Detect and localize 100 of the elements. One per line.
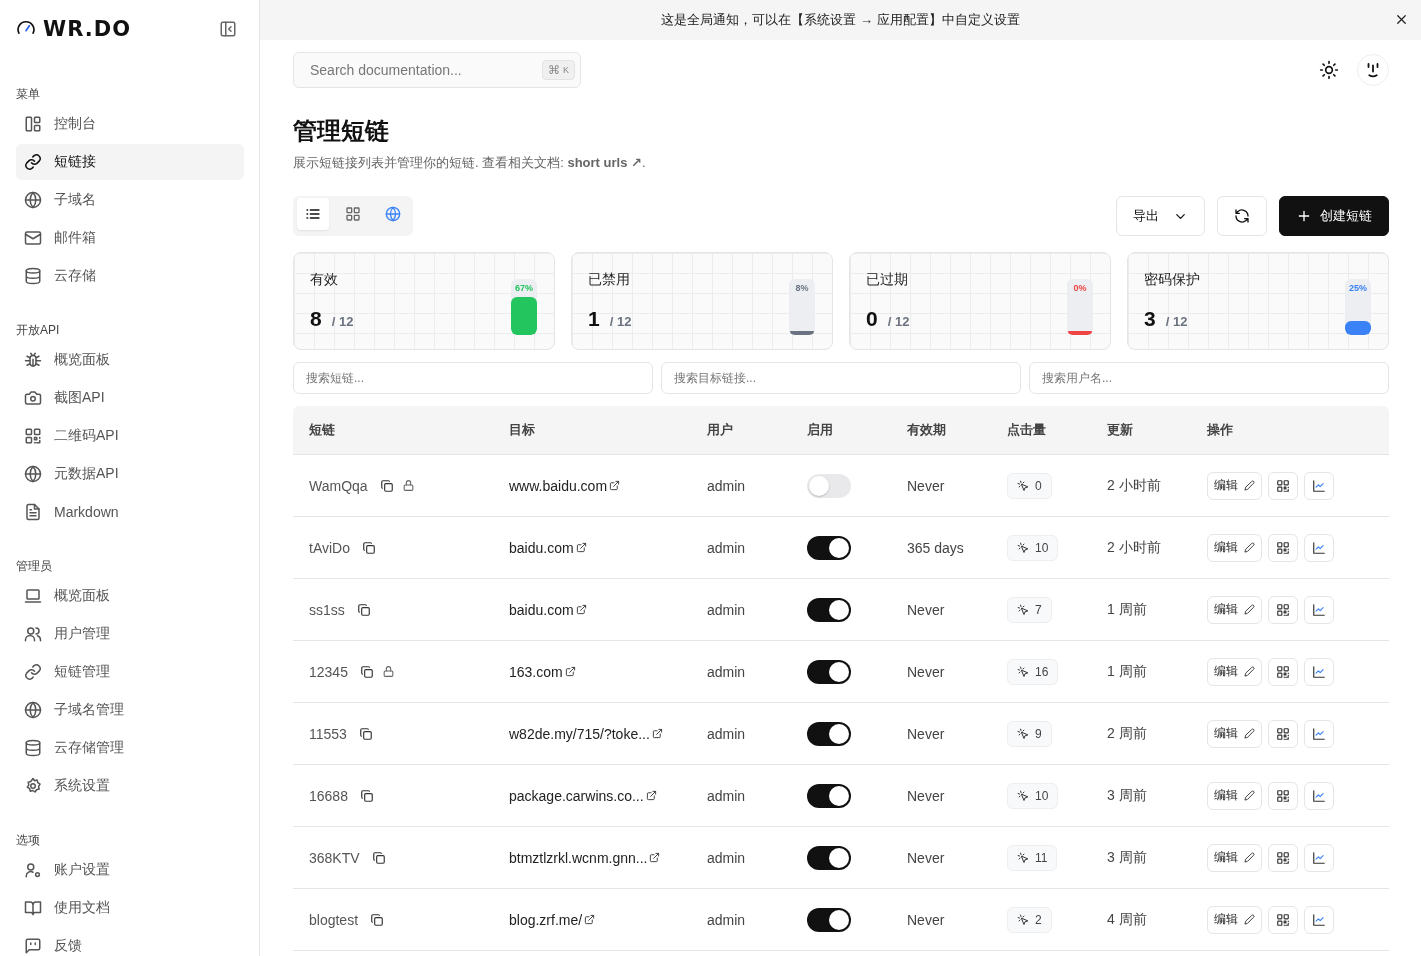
- user-name: admin: [707, 477, 746, 494]
- sidebar-item[interactable]: 元数据API: [16, 456, 244, 492]
- short-link[interactable]: blogtest: [309, 911, 359, 928]
- short-link[interactable]: 16688: [309, 787, 348, 804]
- pencil-icon: [1244, 666, 1255, 677]
- enable-switch[interactable]: [807, 535, 851, 560]
- target-link[interactable]: baidu.com: [509, 539, 574, 556]
- stat-percent: 0%: [1072, 283, 1088, 293]
- target-link[interactable]: package.carwins.co...: [509, 787, 644, 804]
- target-link[interactable]: btmztlzrkl.wcnm.gnn...: [509, 849, 648, 866]
- section-title: 管理员: [16, 558, 52, 575]
- stats-button[interactable]: [1304, 843, 1334, 872]
- edit-button[interactable]: 编辑: [1207, 471, 1262, 500]
- qr-code-icon: [1276, 602, 1290, 617]
- qr-code-icon: [1276, 912, 1290, 927]
- sidebar-item[interactable]: 二维码API: [16, 418, 244, 454]
- list-view-tab[interactable]: [297, 198, 329, 230]
- edit-button[interactable]: 编辑: [1207, 719, 1262, 748]
- search-field[interactable]: Search documentation... ⌘ K: [293, 52, 581, 88]
- sidebar-item[interactable]: 反馈: [16, 928, 244, 956]
- edit-button[interactable]: 编辑: [1207, 905, 1262, 934]
- enable-switch[interactable]: [807, 907, 851, 932]
- plus-icon: [1296, 208, 1312, 224]
- sidebar-item[interactable]: 子域名: [16, 182, 244, 218]
- target-link[interactable]: www.baidu.com: [509, 477, 608, 494]
- pencil-icon: [1244, 542, 1255, 553]
- qr-code-button[interactable]: [1268, 843, 1298, 872]
- sidebar-item[interactable]: 账户设置: [16, 852, 244, 888]
- sidebar-item[interactable]: 系统设置: [16, 768, 244, 804]
- enable-switch[interactable]: [807, 721, 851, 746]
- sidebar-item[interactable]: 控制台: [16, 106, 244, 142]
- target-link[interactable]: baidu.com: [509, 601, 574, 618]
- click-icon: [1017, 727, 1029, 740]
- sidebar-item[interactable]: 邮件箱: [16, 220, 244, 256]
- sidebar-item[interactable]: 概览面板: [16, 342, 244, 378]
- short-link[interactable]: ss1ss: [309, 601, 345, 618]
- qr-code-button[interactable]: [1268, 781, 1298, 810]
- target-link[interactable]: w82de.my/715/?toke...: [509, 725, 650, 742]
- stats-button[interactable]: [1304, 719, 1334, 748]
- pencil-icon: [1244, 852, 1255, 863]
- list-icon: [305, 206, 321, 222]
- enable-switch[interactable]: [807, 597, 851, 622]
- short-link[interactable]: 12345: [309, 663, 348, 680]
- laptop-icon: [24, 587, 42, 605]
- updated-time: 3 周前: [1107, 848, 1147, 867]
- edit-button[interactable]: 编辑: [1207, 595, 1262, 624]
- stats-button[interactable]: [1304, 471, 1334, 500]
- globe-icon: [24, 465, 42, 483]
- target-link[interactable]: 163.com: [509, 663, 563, 680]
- sidebar-item[interactable]: 短链接: [16, 144, 244, 180]
- stats-button[interactable]: [1304, 905, 1334, 934]
- click-icon: [1017, 789, 1029, 802]
- sidebar-item[interactable]: 短链管理: [16, 654, 244, 690]
- docs-link[interactable]: short urls ↗: [567, 155, 642, 170]
- target-link[interactable]: blog.zrf.me/: [509, 911, 583, 928]
- filter-field[interactable]: 搜索短链...: [293, 362, 653, 394]
- section-title: 选项: [16, 832, 40, 849]
- sidebar-item[interactable]: 云存储: [16, 258, 244, 294]
- stats-button[interactable]: [1304, 657, 1334, 686]
- stats-button[interactable]: [1304, 595, 1334, 624]
- edit-button[interactable]: 编辑: [1207, 781, 1262, 810]
- qr-code-button[interactable]: [1268, 533, 1298, 562]
- refresh-button[interactable]: [1217, 196, 1267, 236]
- qr-code-button[interactable]: [1268, 595, 1298, 624]
- sidebar-item[interactable]: Markdown: [16, 494, 244, 530]
- enable-switch[interactable]: [807, 783, 851, 808]
- short-link[interactable]: 11553: [309, 725, 347, 742]
- filter-field[interactable]: 搜索用户名...: [1029, 362, 1389, 394]
- qr-code-button[interactable]: [1268, 471, 1298, 500]
- chart-icon: [1312, 602, 1326, 617]
- qr-code-button[interactable]: [1268, 719, 1298, 748]
- short-link[interactable]: 368KTV: [309, 849, 360, 866]
- user-name: admin: [707, 663, 746, 680]
- refresh-icon: [1234, 208, 1250, 224]
- export-button[interactable]: 导出: [1116, 196, 1205, 236]
- pencil-icon: [1244, 790, 1255, 801]
- filter-field[interactable]: 搜索目标链接...: [661, 362, 1021, 394]
- create-link-button[interactable]: 创建短链: [1279, 196, 1389, 236]
- enable-switch[interactable]: [807, 473, 851, 498]
- edit-button[interactable]: 编辑: [1207, 657, 1262, 686]
- sidebar-item[interactable]: 子域名管理: [16, 692, 244, 728]
- stats-button[interactable]: [1304, 781, 1334, 810]
- qr-code-icon: [24, 427, 42, 445]
- sidebar-item[interactable]: 概览面板: [16, 578, 244, 614]
- sidebar-item[interactable]: 云存储管理: [16, 730, 244, 766]
- user-name: admin: [707, 911, 746, 928]
- qr-code-button[interactable]: [1268, 905, 1298, 934]
- enable-switch[interactable]: [807, 845, 851, 870]
- short-link[interactable]: WamQqa: [309, 477, 368, 494]
- user-name: admin: [707, 849, 746, 866]
- sidebar-item[interactable]: 用户管理: [16, 616, 244, 652]
- edit-button[interactable]: 编辑: [1207, 843, 1262, 872]
- sidebar-item[interactable]: 使用文档: [16, 890, 244, 926]
- edit-button[interactable]: 编辑: [1207, 533, 1262, 562]
- qr-code-button[interactable]: [1268, 657, 1298, 686]
- sidebar-item[interactable]: 截图API: [16, 380, 244, 416]
- stat-total: / 12: [887, 314, 910, 329]
- enable-switch[interactable]: [807, 659, 851, 684]
- stats-button[interactable]: [1304, 533, 1334, 562]
- short-link[interactable]: tAviDo: [309, 539, 350, 556]
